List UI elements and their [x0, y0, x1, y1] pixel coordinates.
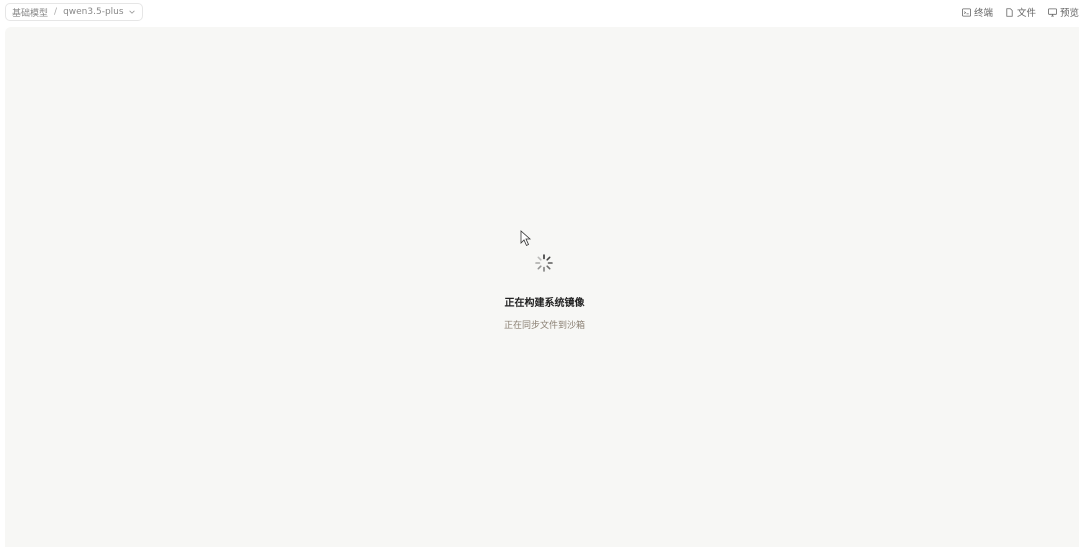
preview-label: 预览: [1059, 8, 1079, 19]
monitor-icon: [1048, 7, 1057, 17]
mouse-cursor-icon: [520, 230, 532, 247]
files-button[interactable]: 文件: [1005, 5, 1036, 19]
top-bar: 基础模型 / qwen3.5-plus 终端 文件 预览: [0, 0, 1079, 26]
loading-status-title: 正在构建系统镜像: [504, 298, 585, 309]
terminal-button[interactable]: 终端: [961, 5, 993, 19]
chevron-down-icon: [128, 10, 135, 14]
model-category-label: 基础模型: [12, 8, 49, 19]
loading-spinner-icon: [535, 254, 553, 272]
files-label: 文件: [1016, 8, 1036, 19]
breadcrumb-separator: /: [54, 7, 58, 17]
loading-status-subtitle: 正在同步文件到沙箱: [503, 321, 585, 331]
model-selector[interactable]: 基础模型 / qwen3.5-plus: [5, 3, 143, 21]
header-actions: 终端 文件 预览: [961, 5, 1079, 19]
model-name-label: qwen3.5-plus: [63, 7, 124, 17]
preview-button[interactable]: 预览: [1048, 5, 1079, 19]
file-icon: [1006, 7, 1013, 17]
terminal-icon: [961, 7, 971, 17]
main-canvas: [5, 27, 1079, 547]
terminal-label: 终端: [973, 8, 993, 19]
